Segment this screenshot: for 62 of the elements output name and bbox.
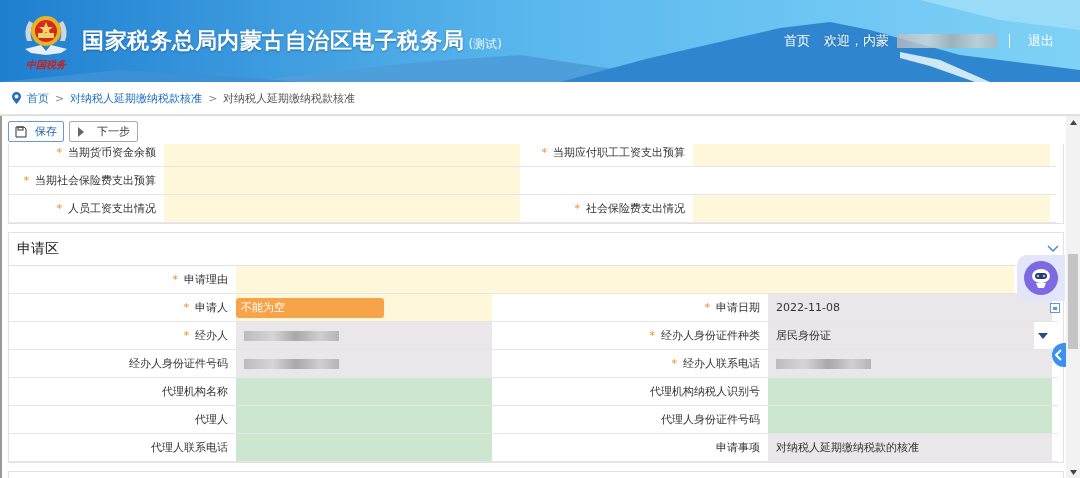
scroll-down-icon	[1069, 470, 1077, 475]
date-field[interactable]: 2022-11-08	[768, 294, 1052, 321]
field-label: 申请事项	[498, 434, 768, 462]
input-field[interactable]	[693, 144, 1050, 166]
assistant-button[interactable]	[1017, 255, 1065, 301]
next-button[interactable]: 下一步	[69, 121, 138, 142]
input-field[interactable]	[236, 350, 492, 377]
field-label: * 申请人	[9, 294, 236, 322]
input-field[interactable]	[768, 406, 1052, 433]
input-field[interactable]	[236, 434, 492, 461]
input-field[interactable]	[164, 144, 520, 166]
required-mark: *	[56, 146, 62, 159]
breadcrumb-separator: >	[55, 91, 65, 105]
input-field[interactable]	[164, 167, 520, 194]
input-field[interactable]: 对纳税人延期缴纳税款的核准	[768, 434, 1052, 461]
required-mark: *	[541, 146, 547, 159]
section-title: 申请区	[17, 240, 59, 258]
robot-icon	[1024, 261, 1058, 295]
required-mark: *	[574, 202, 580, 215]
scrollbar[interactable]	[1066, 116, 1080, 478]
required-mark: *	[56, 202, 62, 215]
required-mark: *	[671, 357, 677, 370]
input-field[interactable]	[693, 195, 1050, 222]
required-mark: *	[23, 174, 29, 187]
required-mark: *	[172, 273, 178, 286]
home-link[interactable]: 首页	[784, 32, 810, 50]
field-label: * 经办人联系电话	[498, 350, 768, 378]
input-field[interactable]	[236, 322, 492, 349]
calendar-icon	[1050, 303, 1060, 313]
input-field[interactable]	[236, 406, 492, 433]
title-suffix: (测试)	[468, 35, 502, 53]
save-button[interactable]: 保存	[8, 121, 64, 142]
site-title: 国家税务总局内蒙古自治区电子税务局	[82, 27, 465, 55]
dropdown-field[interactable]: 居民身份证	[768, 322, 1034, 349]
logo-caption: 中国税务	[26, 59, 66, 71]
input-field[interactable]	[236, 266, 1014, 293]
field-label: 代理机构纳税人识别号	[498, 378, 768, 406]
input-field[interactable]	[164, 195, 520, 222]
field-label: 代理人身份证件号码	[498, 406, 768, 434]
welcome-text: 欢迎，内蒙	[824, 32, 889, 50]
chevron-left-icon	[1055, 349, 1063, 361]
input-field[interactable]	[768, 378, 1052, 405]
breadcrumb-link[interactable]: 首页	[27, 90, 49, 106]
required-mark: *	[183, 301, 189, 314]
breadcrumb-separator: >	[208, 91, 218, 105]
field-label: * 申请日期	[498, 294, 768, 322]
chevron-down-icon[interactable]	[1047, 245, 1059, 253]
breadcrumb-current: 对纳税人延期缴纳税款核准	[223, 90, 356, 106]
caret-icon	[1038, 332, 1048, 339]
save-icon	[15, 125, 27, 138]
play-icon	[77, 125, 85, 138]
error-tooltip: 不能为空	[236, 298, 384, 318]
breadcrumb-link[interactable]: 对纳税人延期缴纳税款核准	[70, 90, 203, 106]
required-mark: *	[649, 329, 655, 342]
input-field[interactable]	[768, 350, 1052, 377]
required-mark: *	[704, 301, 710, 314]
scroll-up-icon	[1069, 120, 1077, 125]
input-field[interactable]	[236, 378, 492, 405]
scrollbar-thumb[interactable]	[1068, 254, 1078, 349]
required-mark: *	[183, 329, 189, 342]
field-label: * 经办人身份证件种类	[498, 322, 768, 350]
location-pin-icon	[12, 92, 21, 104]
